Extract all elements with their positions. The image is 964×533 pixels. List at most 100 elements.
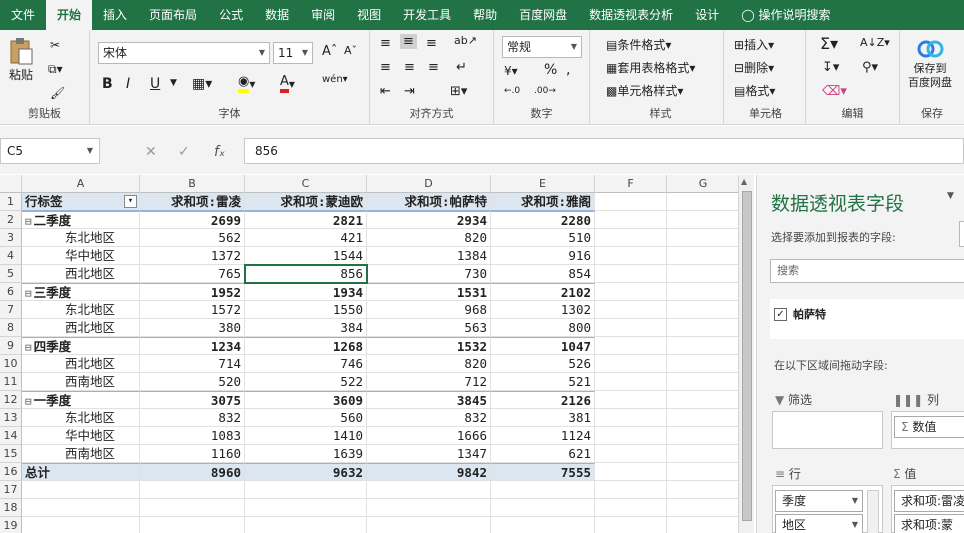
pivot-value-header[interactable]: 求和项:帕萨特: [367, 193, 491, 211]
bold-button[interactable]: B: [102, 76, 113, 92]
pivot-value-header[interactable]: 求和项:雅阁: [491, 193, 595, 211]
rows-area-scrollbar[interactable]: [867, 490, 879, 533]
tab-view[interactable]: 视图: [346, 0, 392, 30]
empty-cell[interactable]: [22, 481, 140, 499]
font-color-icon[interactable]: A ▾: [280, 74, 295, 93]
row-header[interactable]: 16: [0, 463, 22, 481]
fill-color-icon[interactable]: ◉ ▾: [238, 74, 255, 93]
empty-cell[interactable]: [491, 517, 595, 533]
value-cell[interactable]: 2280: [491, 211, 595, 229]
value-cell[interactable]: 968: [367, 301, 491, 319]
value-cell[interactable]: 9632: [245, 463, 367, 481]
value-cell[interactable]: 1347: [367, 445, 491, 463]
empty-cell[interactable]: [595, 373, 667, 391]
quarter-group-label[interactable]: ⊟ 二季度: [22, 211, 140, 229]
tab-help[interactable]: 帮助: [462, 0, 508, 30]
percent-icon[interactable]: %: [544, 62, 557, 78]
value-cell[interactable]: 1234: [140, 337, 245, 355]
row-chip-region[interactable]: 地区 ▼: [775, 514, 863, 533]
value-cell[interactable]: 1083: [140, 427, 245, 445]
value-cell[interactable]: 9842: [367, 463, 491, 481]
empty-cell[interactable]: [667, 427, 738, 445]
value-cell[interactable]: 1639: [245, 445, 367, 463]
empty-cell[interactable]: [667, 499, 738, 517]
empty-cell[interactable]: [595, 463, 667, 481]
panel-options-icon[interactable]: ▼: [947, 191, 954, 201]
region-label[interactable]: 西北地区: [22, 319, 140, 337]
value-cell[interactable]: 1952: [140, 283, 245, 301]
value-cell[interactable]: 1384: [367, 247, 491, 265]
scroll-up-icon[interactable]: ▲: [741, 177, 747, 186]
value-cell[interactable]: 730: [367, 265, 491, 283]
decrease-font-icon[interactable]: Aˇ: [344, 44, 357, 57]
row-header[interactable]: 18: [0, 499, 22, 517]
value-cell[interactable]: 1532: [367, 337, 491, 355]
increase-font-icon[interactable]: Aˆ: [322, 44, 337, 59]
format-as-table-button[interactable]: ▦ 套用表格格式 ▾: [606, 59, 695, 76]
column-header[interactable]: D: [367, 175, 491, 193]
empty-cell[interactable]: [595, 193, 667, 211]
filter-dropdown-icon[interactable]: ▾: [124, 195, 137, 208]
value-cell[interactable]: 7555: [491, 463, 595, 481]
empty-cell[interactable]: [595, 301, 667, 319]
tab-baidu-netdisk[interactable]: 百度网盘: [508, 0, 578, 30]
select-all-corner[interactable]: [0, 175, 22, 193]
scrollbar-thumb[interactable]: [742, 191, 752, 521]
empty-cell[interactable]: [595, 337, 667, 355]
row-header[interactable]: 17: [0, 481, 22, 499]
column-header[interactable]: E: [491, 175, 595, 193]
tab-formulas[interactable]: 公式: [208, 0, 254, 30]
column-header[interactable]: F: [595, 175, 667, 193]
value-cell[interactable]: 1572: [140, 301, 245, 319]
row-chip-quarter[interactable]: 季度 ▼: [775, 490, 863, 512]
tab-file[interactable]: 文件: [0, 0, 46, 30]
comma-icon[interactable]: ,: [566, 62, 570, 78]
empty-cell[interactable]: [367, 499, 491, 517]
region-label[interactable]: 西南地区: [22, 373, 140, 391]
empty-cell[interactable]: [595, 283, 667, 301]
value-cell[interactable]: 712: [367, 373, 491, 391]
number-format-select[interactable]: 常规 ▼: [502, 36, 582, 58]
region-label[interactable]: 西北地区: [22, 265, 140, 283]
align-top-icon[interactable]: ≡: [380, 36, 391, 51]
tab-developer[interactable]: 开发工具: [392, 0, 462, 30]
empty-cell[interactable]: [595, 319, 667, 337]
empty-cell[interactable]: [595, 391, 667, 409]
cell-styles-button[interactable]: ▩ 单元格样式 ▾: [606, 82, 683, 99]
value-cell[interactable]: 563: [367, 319, 491, 337]
value-cell[interactable]: 3075: [140, 391, 245, 409]
value-cell[interactable]: 562: [140, 229, 245, 247]
value-cell[interactable]: 560: [245, 409, 367, 427]
region-label[interactable]: 东北地区: [22, 409, 140, 427]
quarter-group-label[interactable]: ⊟ 三季度: [22, 283, 140, 301]
empty-cell[interactable]: [245, 481, 367, 499]
cancel-icon[interactable]: ✕: [145, 144, 157, 160]
tab-review[interactable]: 审阅: [300, 0, 346, 30]
value-cell[interactable]: 621: [491, 445, 595, 463]
collapse-toggle-icon[interactable]: ⊟: [25, 215, 32, 228]
value-cell[interactable]: 820: [367, 355, 491, 373]
collapse-toggle-icon[interactable]: ⊟: [25, 287, 32, 300]
clear-icon[interactable]: ⌫▾: [822, 84, 847, 99]
region-label[interactable]: 西南地区: [22, 445, 140, 463]
value-cell[interactable]: 916: [491, 247, 595, 265]
empty-cell[interactable]: [22, 499, 140, 517]
row-header[interactable]: 3: [0, 229, 22, 247]
empty-cell[interactable]: [667, 517, 738, 533]
empty-cell[interactable]: [667, 265, 738, 283]
value-cell[interactable]: 384: [245, 319, 367, 337]
columns-chip-values[interactable]: Σ 数值: [894, 416, 964, 438]
empty-cell[interactable]: [140, 499, 245, 517]
align-center-icon[interactable]: ≡: [404, 60, 415, 75]
empty-cell[interactable]: [595, 445, 667, 463]
value-cell[interactable]: 380: [140, 319, 245, 337]
cut-icon[interactable]: ✂: [50, 38, 60, 52]
value-cell[interactable]: 1934: [245, 283, 367, 301]
region-label[interactable]: 华中地区: [22, 427, 140, 445]
row-header[interactable]: 4: [0, 247, 22, 265]
pivot-value-header[interactable]: 求和项:蒙迪欧: [245, 193, 367, 211]
increase-decimal-icon[interactable]: ←.0: [504, 86, 520, 96]
value-cell[interactable]: 2102: [491, 283, 595, 301]
empty-cell[interactable]: [667, 391, 738, 409]
empty-cell[interactable]: [667, 229, 738, 247]
